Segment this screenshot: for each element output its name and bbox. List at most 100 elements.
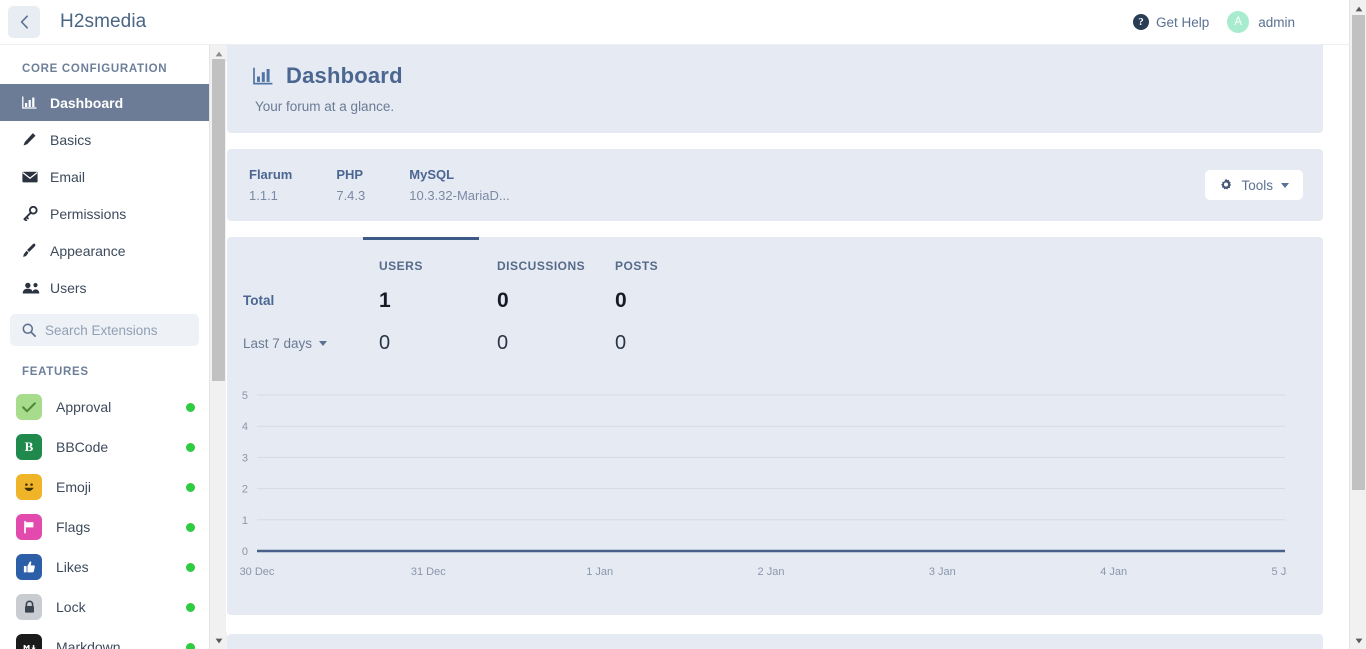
extension-name: Approval (56, 399, 112, 415)
bold-b-icon: B (16, 434, 42, 460)
status-badge-enabled (186, 482, 195, 492)
sidebar-extension-lock[interactable]: Lock (0, 587, 209, 627)
stats-column-users[interactable]: USERS (379, 259, 497, 289)
avatar: A (1227, 11, 1250, 33)
back-button[interactable] (8, 6, 40, 38)
sidebar-extension-emoji[interactable]: Emoji (0, 467, 209, 507)
extension-name: Likes (56, 559, 89, 575)
check-icon (16, 394, 42, 420)
stats-total-posts: 0 (615, 289, 627, 312)
extension-name: Lock (56, 599, 86, 615)
site-title[interactable]: H2smedia (60, 11, 146, 33)
get-help-link[interactable]: ? Get Help (1132, 14, 1210, 30)
status-badge-enabled (186, 442, 195, 452)
chart-x-tick: 30 Dec (240, 566, 275, 578)
status-badge-enabled (186, 602, 195, 612)
paintbrush-icon (22, 243, 44, 258)
header-actions: ? Get Help A admin (1132, 11, 1349, 33)
thumbs-up-icon (16, 554, 42, 580)
tab-users-active-indicator[interactable] (363, 237, 479, 240)
tools-label: Tools (1241, 177, 1273, 193)
scroll-down-arrow-icon[interactable] (210, 632, 227, 649)
smiley-icon (16, 474, 42, 500)
sidebar-extension-likes[interactable]: Likes (0, 547, 209, 587)
stats-total-discussions: 0 (497, 289, 509, 312)
version-label: PHP (336, 167, 364, 182)
statistics-panel: USERS DISCUSSIONS POSTS Total 1 0 0 Last… (227, 237, 1323, 615)
version-flarum: Flarum 1.1.1 (249, 167, 292, 203)
sidebar: CORE CONFIGURATION Dashboard Basics Emai… (0, 45, 209, 649)
sidebar-item-label: Basics (50, 131, 92, 148)
sidebar-item-label: Dashboard (50, 94, 124, 111)
chart-bar-icon (253, 67, 273, 85)
statistics-grid: USERS DISCUSSIONS POSTS Total 1 0 0 Last… (227, 237, 1323, 353)
main-content: Dashboard Your forum at a glance. Flarum… (227, 45, 1349, 649)
sidebar-extension-approval[interactable]: Approval (0, 387, 209, 427)
get-help-label: Get Help (1155, 14, 1210, 30)
extension-name: BBCode (56, 439, 109, 455)
sidebar-item-email[interactable]: Email (0, 158, 209, 195)
status-badge-enabled (186, 402, 195, 412)
stats-period-selector[interactable]: Last 7 days (243, 311, 379, 353)
chart-y-tick: 1 (242, 515, 248, 527)
admin-dashboard-page: H2smedia ? Get Help A admin CORE CONFIGU… (0, 0, 1366, 649)
sidebar-item-permissions[interactable]: Permissions (0, 195, 209, 232)
statistics-tab-bar (227, 237, 1323, 240)
sidebar-item-appearance[interactable]: Appearance (0, 232, 209, 269)
chart-x-tick: 5 Jan (1272, 566, 1287, 578)
chart-x-tick: 1 Jan (586, 566, 613, 578)
sidebar-extension-bbcode[interactable]: B BBCode (0, 427, 209, 467)
sidebar-item-label: Appearance (50, 242, 126, 259)
lock-icon (16, 594, 42, 620)
page-title: Dashboard (286, 63, 403, 88)
stats-period-discussions: 0 (497, 332, 509, 354)
sidebar-item-basics[interactable]: Basics (0, 121, 209, 158)
stats-period-users: 0 (379, 332, 391, 354)
envelope-icon (22, 171, 44, 183)
page-scrollbar[interactable] (1349, 0, 1366, 649)
chart-x-tick: 4 Jan (1100, 566, 1127, 578)
sidebar-extension-markdown[interactable]: Markdown (0, 627, 209, 649)
sidebar-item-users[interactable]: Users (0, 269, 209, 306)
extension-name: Emoji (56, 479, 92, 495)
page-hero: Dashboard Your forum at a glance. (227, 45, 1323, 133)
chart-y-tick: 0 (242, 546, 248, 558)
version-php: PHP 7.4.3 (336, 167, 365, 203)
chart-y-tick: 4 (242, 421, 248, 433)
search-icon (22, 323, 36, 337)
sidebar-item-label: Email (50, 168, 86, 185)
chevron-down-icon (319, 340, 328, 346)
tools-button[interactable]: Tools (1205, 170, 1303, 200)
chart-y-tick: 5 (242, 390, 248, 402)
sidebar-item-dashboard[interactable]: Dashboard (0, 84, 209, 121)
top-header: H2smedia ? Get Help A admin (0, 0, 1349, 45)
chart-x-tick: 2 Jan (758, 566, 785, 578)
chart-x-tick: 31 Dec (411, 566, 446, 578)
stats-column-discussions[interactable]: DISCUSSIONS (497, 259, 615, 289)
sidebar-extension-flags[interactable]: Flags (0, 507, 209, 547)
status-badge-enabled (186, 522, 195, 532)
sidebar-heading-features: FEATURES (22, 366, 89, 378)
chart-bar-icon (22, 96, 44, 109)
search-extensions-input[interactable] (45, 322, 185, 338)
stats-column-posts[interactable]: POSTS (615, 259, 733, 289)
scroll-down-arrow-icon[interactable] (1350, 632, 1366, 649)
stats-row-label-total: Total (243, 293, 275, 308)
version-value: 7.4.3 (336, 188, 366, 203)
search-extensions-box[interactable] (10, 314, 199, 346)
sidebar-scrollbar[interactable] (209, 45, 227, 649)
page-scrollbar-thumb[interactable] (1352, 15, 1365, 490)
status-badge-enabled (186, 642, 195, 649)
pencil-icon (22, 132, 44, 147)
stats-corner-spacer (243, 259, 379, 289)
markdown-icon (16, 634, 42, 649)
status-badge-enabled (186, 562, 195, 572)
user-menu[interactable]: A admin (1227, 11, 1295, 33)
version-label: Flarum (249, 167, 293, 182)
version-label: MySQL (409, 167, 455, 182)
flag-icon (16, 514, 42, 540)
chart-y-tick: 2 (242, 484, 248, 496)
version-value: 1.1.1 (249, 188, 278, 203)
version-value: 10.3.32-MariaD... (409, 188, 510, 203)
sidebar-scrollbar-thumb[interactable] (212, 59, 225, 381)
